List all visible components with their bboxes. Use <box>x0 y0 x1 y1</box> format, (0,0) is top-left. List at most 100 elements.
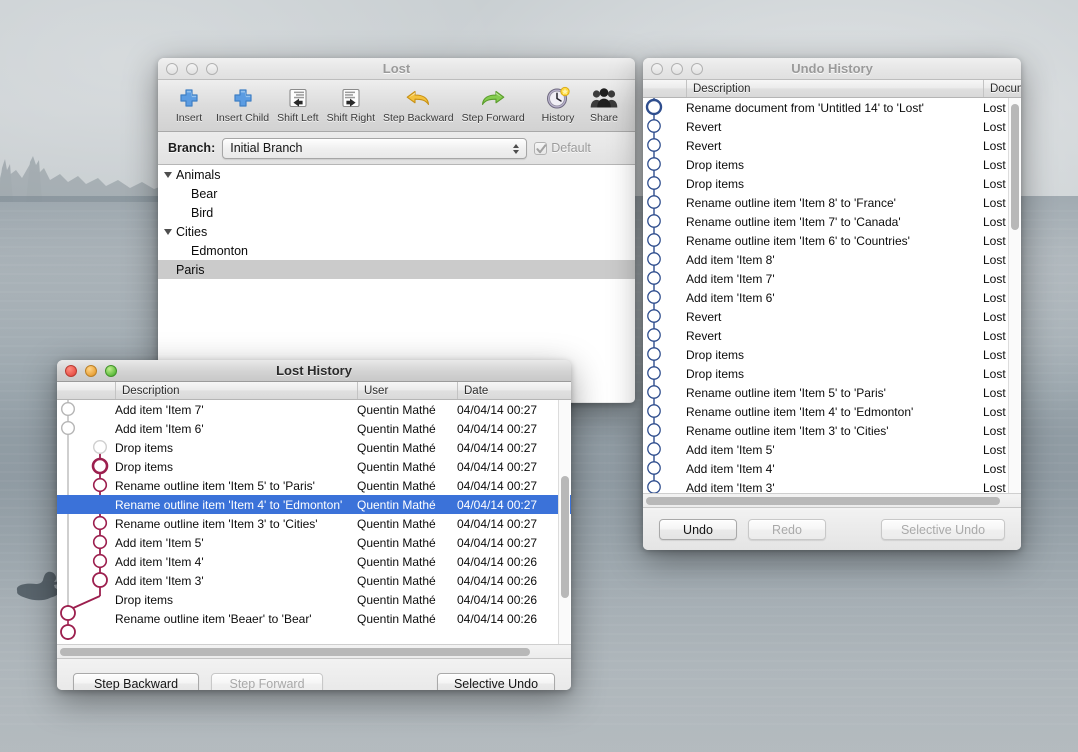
table-row[interactable]: Rename outline item 'Item 6' to 'Countri… <box>643 231 1021 250</box>
table-row[interactable]: Add item 'Item 4' Quentin Mathé 04/04/14 0… <box>57 552 571 571</box>
toolbar-insert-button[interactable]: Insert <box>166 83 212 124</box>
scrollbar-thumb[interactable] <box>1011 104 1019 230</box>
toolbar-history-button[interactable]: History <box>535 83 581 124</box>
table-row[interactable]: Rename outline item 'Item 4' to 'Edmonto… <box>643 402 1021 421</box>
table-row[interactable]: Drop items Quentin Mathé 04/04/14 00:27 <box>57 438 571 457</box>
description-column-header[interactable]: Description <box>686 80 983 97</box>
scrollbar-thumb[interactable] <box>561 476 569 598</box>
branch-select[interactable]: Initial Branch <box>222 137 528 159</box>
outline-row[interactable]: Cities <box>158 222 635 241</box>
zoom-button[interactable] <box>105 364 117 377</box>
minimize-button[interactable] <box>85 364 97 377</box>
disclosure-triangle-icon[interactable] <box>164 171 172 178</box>
toolbar-step-forward-button[interactable]: Step Forward <box>458 83 529 124</box>
row-description: Revert <box>686 309 722 324</box>
table-row[interactable]: Rename outline item 'Item 3' to 'Cities'… <box>643 421 1021 440</box>
close-button[interactable] <box>651 62 663 75</box>
table-row[interactable]: Rename outline item 'Beaer' to 'Bear' Que… <box>57 609 571 628</box>
undo-list-vertical-scrollbar[interactable] <box>1008 98 1020 493</box>
table-row[interactable]: Revert Lost <box>643 307 1021 326</box>
lost-toolbar[interactable]: Insert Insert Child Shift Left Shift Rig… <box>158 80 635 132</box>
table-row[interactable]: Add item 'Item 3' Lost <box>643 478 1021 494</box>
table-row[interactable]: Rename document from 'Untitled 14' to 'L… <box>643 98 1021 117</box>
selective-undo-button[interactable]: Selective Undo <box>437 673 555 690</box>
table-row[interactable]: Revert Lost <box>643 326 1021 345</box>
toolbar-step-backward-button[interactable]: Step Backward <box>379 83 458 124</box>
table-row[interactable]: Drop items Quentin Mathé 04/04/14 00:26 <box>57 590 571 609</box>
zoom-button[interactable] <box>206 62 218 75</box>
lost-history-list[interactable]: Add item 'Item 7' Quentin Mathé 04/04/14 0… <box>57 400 571 644</box>
undo-button[interactable]: Undo <box>659 519 737 540</box>
outline-row-selected[interactable]: Paris <box>158 260 635 279</box>
row-description: Drop items <box>686 176 745 191</box>
graph-column-header[interactable] <box>643 80 686 97</box>
step-backward-button[interactable]: Step Backward <box>73 673 199 690</box>
table-row[interactable]: Drop items Quentin Mathé 04/04/14 00:27 <box>57 457 571 476</box>
table-row[interactable]: Add item 'Item 4' Lost <box>643 459 1021 478</box>
outline-row[interactable]: Edmonton <box>158 241 635 260</box>
toolbar-share-button[interactable]: Share <box>581 83 627 124</box>
disclosure-triangle-icon[interactable] <box>164 228 172 235</box>
table-row[interactable]: Add item 'Item 6' Lost <box>643 288 1021 307</box>
outline-row[interactable]: Bird <box>158 203 635 222</box>
scrollbar-thumb[interactable] <box>60 648 530 656</box>
lost-history-window[interactable]: Lost History Description User Date Add i… <box>57 360 571 690</box>
step-forward-button[interactable]: Step Forward <box>211 673 323 690</box>
table-row[interactable]: Add item 'Item 3' Quentin Mathé 04/04/14 0… <box>57 571 571 590</box>
undo-history-titlebar[interactable]: Undo History <box>643 58 1021 80</box>
graph-column-header[interactable] <box>57 382 115 399</box>
table-row[interactable]: Add item 'Item 8' Lost <box>643 250 1021 269</box>
window-controls[interactable] <box>158 62 218 75</box>
table-row[interactable]: Drop items Lost <box>643 345 1021 364</box>
zoom-button[interactable] <box>691 62 703 75</box>
undo-history-list[interactable]: Rename document from 'Untitled 14' to 'L… <box>643 98 1021 493</box>
close-button[interactable] <box>166 62 178 75</box>
user-column-header[interactable]: User <box>357 382 457 399</box>
table-row[interactable]: Add item 'Item 6' Quentin Mathé 04/04/14 0… <box>57 419 571 438</box>
minimize-button[interactable] <box>671 62 683 75</box>
table-row[interactable]: Add item 'Item 7' Quentin Mathé 04/04/14 0… <box>57 400 571 419</box>
toolbar-shift-right-button[interactable]: Shift Right <box>323 83 379 124</box>
redo-button[interactable]: Redo <box>748 519 826 540</box>
scrollbar-thumb[interactable] <box>646 497 1000 505</box>
table-row[interactable]: Add item 'Item 5' Quentin Mathé 04/04/14 0… <box>57 533 571 552</box>
lost-history-titlebar[interactable]: Lost History <box>57 360 571 382</box>
lost-history-vertical-scrollbar[interactable] <box>558 400 570 644</box>
toolbar-step-forward-label: Step Forward <box>461 112 525 124</box>
window-controls[interactable] <box>643 62 703 75</box>
description-column-header[interactable]: Description <box>115 382 357 399</box>
window-controls[interactable] <box>57 364 117 377</box>
table-row[interactable]: Rename outline item 'Item 3' to 'Cities'… <box>57 514 571 533</box>
table-row[interactable]: Drop items Lost <box>643 364 1021 383</box>
undo-history-window[interactable]: Undo History Description Document <box>643 58 1021 550</box>
table-row[interactable]: Drop items Lost <box>643 174 1021 193</box>
lost-titlebar[interactable]: Lost <box>158 58 635 80</box>
default-checkbox-wrap[interactable]: Default <box>534 141 591 155</box>
row-description: Rename document from 'Untitled 14' to 'L… <box>686 100 924 115</box>
document-column-header[interactable]: Document <box>983 80 1021 97</box>
table-row[interactable]: Rename outline item 'Item 7' to 'Canada'… <box>643 212 1021 231</box>
table-row[interactable]: Rename outline item 'Item 8' to 'France'… <box>643 193 1021 212</box>
outline-row[interactable]: Animals <box>158 165 635 184</box>
table-row[interactable]: Revert Lost <box>643 136 1021 155</box>
table-row[interactable]: Add item 'Item 5' Lost <box>643 440 1021 459</box>
undo-list-horizontal-scrollbar[interactable] <box>643 493 1021 507</box>
outline-row[interactable]: Bear <box>158 184 635 203</box>
table-row[interactable]: Add item 'Item 7' Lost <box>643 269 1021 288</box>
row-user: Quentin Mathé <box>357 497 436 512</box>
table-row[interactable]: Drop items Lost <box>643 155 1021 174</box>
selective-undo-button[interactable]: Selective Undo <box>881 519 1005 540</box>
table-row-selected[interactable]: Rename outline item 'Item 4' to 'Edmonto… <box>57 495 571 514</box>
date-column-header[interactable]: Date <box>457 382 571 399</box>
table-row[interactable]: Rename outline item 'Item 5' to 'Paris' L… <box>643 383 1021 402</box>
toolbar-shift-left-button[interactable]: Shift Left <box>273 83 322 124</box>
default-checkbox[interactable] <box>534 141 548 155</box>
table-row[interactable]: Revert Lost <box>643 117 1021 136</box>
minimize-button[interactable] <box>186 62 198 75</box>
close-button[interactable] <box>65 364 77 377</box>
table-row[interactable]: Rename outline item 'Item 5' to 'Paris' Q… <box>57 476 571 495</box>
row-description: Add item 'Item 3' <box>115 573 204 588</box>
lost-document-window[interactable]: Lost Insert Insert Child Shift Left Shif… <box>158 58 635 403</box>
lost-history-horizontal-scrollbar[interactable] <box>57 644 571 658</box>
toolbar-insert-child-button[interactable]: Insert Child <box>212 83 273 124</box>
